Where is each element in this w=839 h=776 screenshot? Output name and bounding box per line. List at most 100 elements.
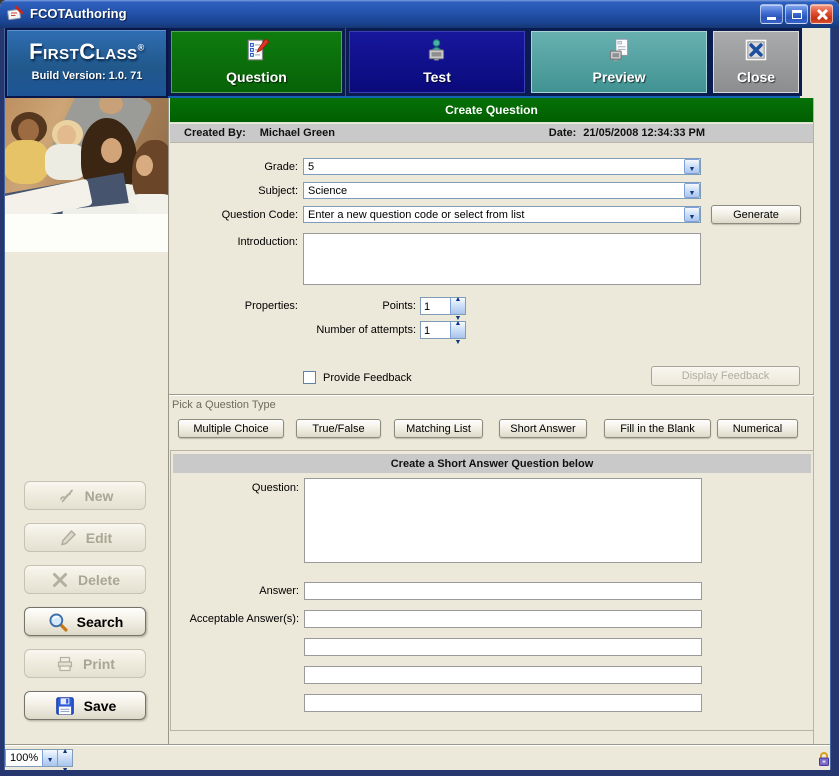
edit-pencil-icon	[58, 528, 78, 548]
registered-mark: ®	[138, 43, 145, 53]
app-window: FCOTAuthoring FirstClass® Build Version:…	[0, 0, 839, 776]
minimize-button[interactable]	[760, 4, 783, 24]
nav-test-button[interactable]: Test	[349, 31, 525, 93]
build-version: Build Version: 1.0. 71	[8, 70, 166, 82]
nav-preview-button[interactable]: Preview	[531, 31, 707, 93]
search-label: Search	[77, 614, 124, 630]
sa-acceptable-input-1[interactable]	[305, 613, 701, 629]
delete-button[interactable]: Delete	[24, 565, 146, 594]
new-scribble-icon	[57, 486, 77, 506]
sa-question-label: Question:	[171, 482, 299, 494]
attempts-spin-buttons[interactable]	[450, 322, 465, 338]
app-icon	[7, 5, 25, 23]
spin-down-icon	[62, 759, 69, 776]
grade-label: Grade:	[170, 161, 298, 173]
type-multiple-choice-button[interactable]: Multiple Choice	[178, 419, 284, 438]
delete-x-icon	[50, 570, 70, 590]
window-border-bottom	[0, 770, 839, 776]
search-magnifier-icon	[47, 611, 69, 633]
chevron-down-icon	[689, 158, 696, 176]
new-button[interactable]: New	[24, 481, 146, 510]
generate-button[interactable]: Generate	[711, 205, 801, 224]
close-window-button[interactable]	[810, 4, 833, 24]
statusbar-divider	[5, 744, 830, 746]
question-code-value[interactable]	[304, 207, 682, 222]
question-code-select[interactable]	[303, 206, 701, 223]
lock-icon	[817, 751, 831, 767]
spin-up-icon	[455, 312, 462, 330]
sidebar-divider	[168, 98, 169, 744]
brand-name: FirstClass®	[8, 39, 166, 65]
test-person-icon	[424, 37, 450, 63]
maximize-button[interactable]	[785, 4, 808, 24]
window-title: FCOTAuthoring	[30, 0, 127, 28]
sa-answer-field[interactable]	[304, 582, 702, 600]
sa-acceptable-field-3[interactable]	[304, 666, 702, 684]
grade-select[interactable]	[303, 158, 701, 175]
zoom-dropdown-button[interactable]	[42, 750, 57, 766]
maximize-icon	[792, 10, 802, 19]
properties-label: Properties:	[170, 300, 298, 312]
delete-label: Delete	[78, 572, 120, 588]
nav-question-button[interactable]: Question	[171, 31, 342, 93]
grade-dropdown-button[interactable]	[684, 159, 700, 174]
sa-answer-label: Answer:	[171, 585, 299, 597]
edit-label: Edit	[86, 530, 112, 546]
question-code-dropdown-button[interactable]	[684, 207, 700, 222]
subject-select[interactable]	[303, 182, 701, 199]
attempts-stepper[interactable]	[420, 321, 466, 339]
chevron-down-icon	[689, 206, 696, 224]
type-true-false-button[interactable]: True/False	[296, 419, 381, 438]
page-title: Create Question	[170, 98, 813, 123]
zoom-spin-buttons[interactable]	[57, 750, 72, 766]
type-matching-list-button[interactable]: Matching List	[394, 419, 483, 438]
window-border-right	[830, 28, 839, 776]
print-label: Print	[83, 656, 115, 672]
sa-acceptable-field-1[interactable]	[304, 610, 702, 628]
save-label: Save	[84, 698, 117, 714]
introduction-label: Introduction:	[170, 236, 298, 248]
minimize-icon	[767, 17, 776, 20]
search-button[interactable]: Search	[24, 607, 146, 636]
chevron-down-icon	[47, 749, 54, 767]
close-x-icon	[743, 37, 769, 63]
sa-acceptable-input-4[interactable]	[305, 697, 701, 713]
attempts-value[interactable]	[421, 322, 450, 338]
question-code-label: Question Code:	[170, 209, 298, 221]
nav-close-label: Close	[737, 69, 775, 85]
type-short-answer-button[interactable]: Short Answer	[499, 419, 587, 438]
classroom-photo	[5, 98, 168, 214]
brand-logo: FirstClass® Build Version: 1.0. 71	[7, 30, 166, 96]
provide-feedback-label: Provide Feedback	[323, 372, 443, 384]
subject-value[interactable]	[304, 183, 682, 198]
question-checklist-icon	[244, 37, 270, 63]
zoom-control[interactable]: 100%	[5, 749, 73, 767]
grade-value[interactable]	[304, 159, 682, 174]
nav-close-button[interactable]: Close	[713, 31, 799, 93]
meta-bar: Created By: Michael Green Date: 21/05/20…	[170, 124, 813, 143]
sa-question-textarea[interactable]	[304, 478, 702, 563]
points-label: Points:	[300, 300, 416, 312]
sa-acceptable-input-3[interactable]	[305, 669, 701, 685]
points-value[interactable]	[421, 298, 450, 314]
type-numerical-button[interactable]: Numerical	[717, 419, 798, 438]
display-feedback-button[interactable]: Display Feedback	[651, 366, 800, 386]
introduction-textarea[interactable]	[303, 233, 701, 285]
nav-preview-label: Preview	[593, 69, 646, 85]
sa-answer-input[interactable]	[305, 585, 701, 601]
print-button[interactable]: Print	[24, 649, 146, 678]
photo-margin	[5, 214, 168, 252]
short-answer-panel: Create a Short Answer Question below Que…	[170, 450, 814, 731]
spin-down-icon	[455, 331, 462, 349]
sa-acceptable-field-2[interactable]	[304, 638, 702, 656]
attempts-label: Number of attempts:	[300, 324, 416, 336]
type-fill-in-the-blank-button[interactable]: Fill in the Blank	[604, 419, 711, 438]
save-button[interactable]: Save	[24, 691, 146, 720]
provide-feedback-checkbox[interactable]	[303, 371, 316, 384]
sa-acceptable-field-4[interactable]	[304, 694, 702, 712]
sa-acceptable-input-2[interactable]	[305, 641, 701, 657]
zoom-value: 100%	[6, 750, 42, 766]
subject-dropdown-button[interactable]	[684, 183, 700, 198]
section-divider	[169, 394, 814, 396]
edit-button[interactable]: Edit	[24, 523, 146, 552]
